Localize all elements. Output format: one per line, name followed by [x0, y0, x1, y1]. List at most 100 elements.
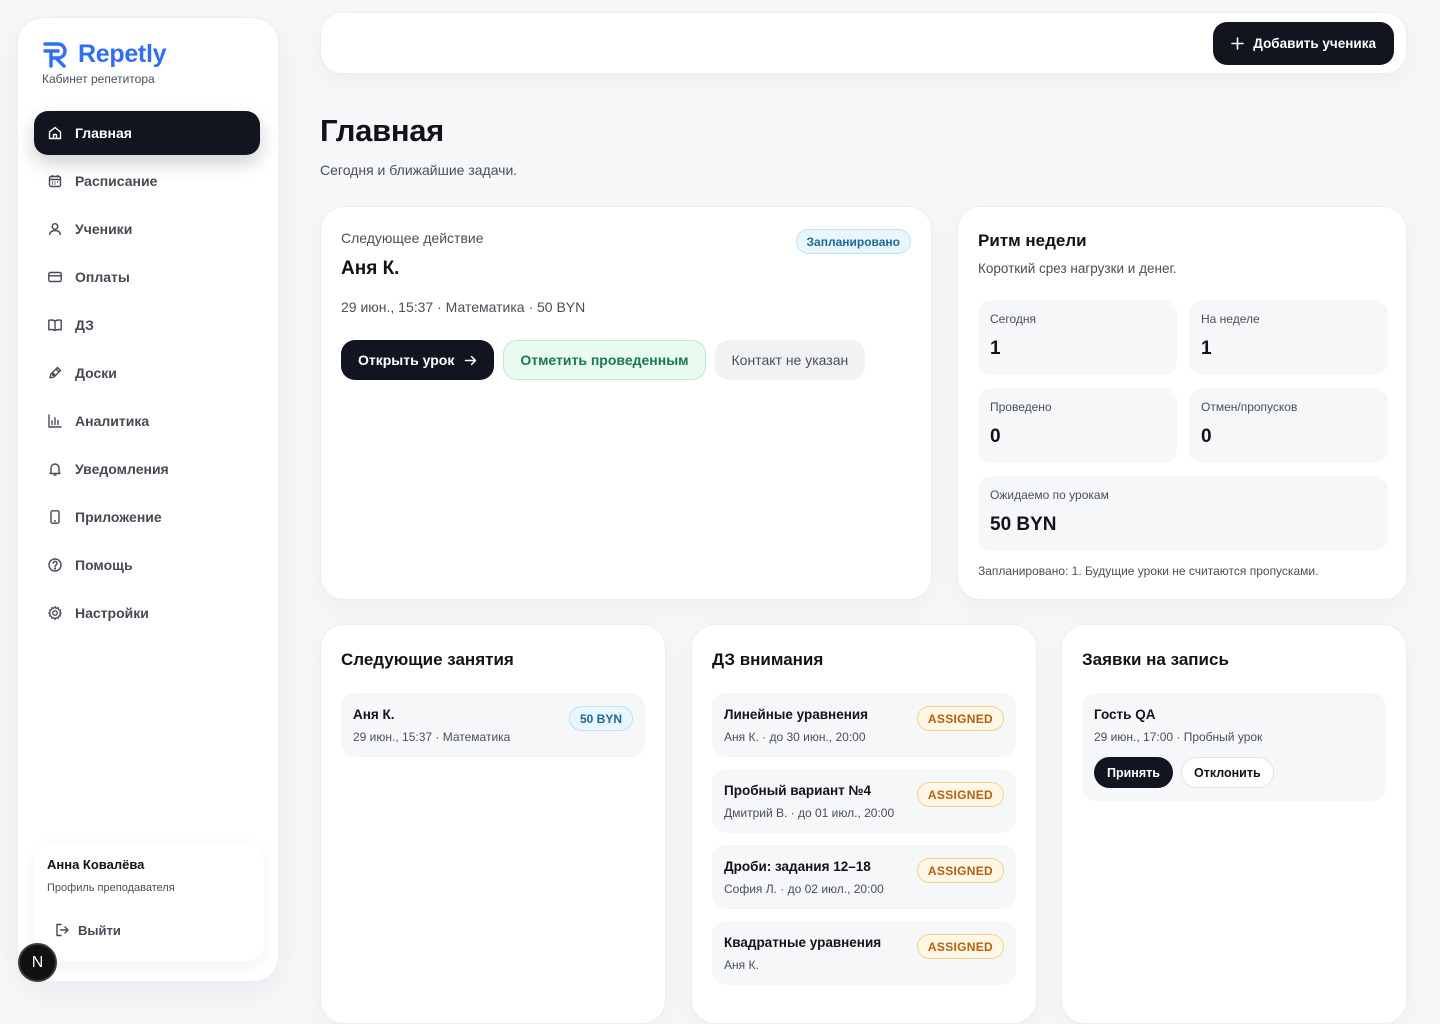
stat-label: Сегодня [990, 312, 1036, 326]
homework-title-text: Квадратные уравнения [724, 935, 882, 950]
stat-value: 50 BYN [990, 514, 1057, 535]
homework-title-text: Линейные уравнения [724, 707, 869, 722]
sidebar-item-homework[interactable]: ДЗ [34, 303, 260, 347]
rhythm-subtitle: Короткий срез нагрузки и денег. [978, 261, 1177, 276]
phone-icon [50, 510, 60, 524]
decline-button[interactable]: Отклонить [1180, 757, 1274, 788]
sidebar-item-home[interactable]: Главная [34, 111, 260, 155]
user-icon [48, 223, 62, 236]
chart-icon [48, 414, 62, 428]
profile-card: Анна Ковалёва Профиль преподавателя Выйт… [34, 844, 264, 962]
list-item[interactable]: Квадратные уравнения Аня К. ASSIGNED [712, 921, 1016, 985]
next-student-name: Аня К. [341, 258, 400, 279]
assigned-badge: ASSIGNED [916, 934, 1004, 959]
sidebar-item-notifications[interactable]: Уведомления [34, 447, 260, 491]
mark-done-button[interactable]: Отметить проведенным [503, 340, 706, 380]
homework-meta: София Л. · до 02 июл., 20:00 [724, 882, 884, 896]
stat-label: Отмен/пропусков [1201, 400, 1298, 414]
sidebar-item-label: ДЗ [75, 317, 94, 333]
assigned-badge: ASSIGNED [916, 706, 1004, 731]
logout-button[interactable]: Выйти [54, 922, 121, 938]
calendar-icon [48, 175, 62, 188]
rhythm-note: Запланировано: 1. Будущие уроки не счита… [978, 564, 1319, 578]
bell-icon [49, 463, 61, 476]
sidebar-item-label: Приложение [75, 509, 162, 525]
open-lesson-button[interactable]: Открыть урок [341, 340, 495, 380]
sidebar-item-boards[interactable]: Доски [34, 351, 260, 395]
request-actions: Принять Отклонить [1094, 757, 1274, 788]
requests-title: Заявки на запись [1082, 650, 1229, 669]
homework-meta: Аня К. [724, 958, 759, 972]
booking-requests-card: Заявки на запись Гость QA 29 июн., 17:00… [1061, 624, 1407, 1024]
arrow-right-icon [465, 355, 477, 365]
status-badge: Запланировано [795, 229, 911, 254]
profile-role: Профиль преподавателя [47, 882, 175, 894]
logout-icon [56, 923, 69, 937]
sidebar-item-app[interactable]: Приложение [34, 495, 260, 539]
sidebar-item-analytics[interactable]: Аналитика [34, 399, 260, 443]
price-badge: 50 BYN [568, 706, 633, 731]
repetly-logo-icon [43, 41, 67, 68]
gear-icon [48, 606, 62, 620]
sidebar-item-label: Оплаты [75, 269, 130, 285]
stat-expected: Ожидаемо по урокам 50 BYN [978, 476, 1388, 551]
stat-done: Проведено 0 [978, 388, 1177, 463]
top-bar: Добавить ученика [320, 12, 1407, 74]
homework-title-text: Пробный вариант №4 [724, 783, 872, 798]
stat-label: На неделе [1201, 312, 1260, 326]
contact-label: Контакт не указан [731, 352, 849, 368]
request-name: Гость QA [1094, 707, 1156, 722]
stat-value: 0 [990, 426, 1001, 447]
list-item[interactable]: Линейные уравнения Аня К. · до 30 июн., … [712, 693, 1016, 757]
sidebar-item-label: Настройки [75, 605, 149, 621]
list-item[interactable]: Аня К. 29 июн., 15:37 · Математика 50 BY… [341, 693, 645, 757]
request-meta: 29 июн., 17:00 · Пробный урок [1094, 730, 1263, 744]
pen-icon [49, 366, 62, 379]
sidebar-item-payments[interactable]: Оплаты [34, 255, 260, 299]
lesson-student: Аня К. [353, 707, 395, 722]
add-student-button[interactable]: Добавить ученика [1213, 22, 1394, 65]
dev-tools-button[interactable]: N [18, 943, 57, 982]
assigned-badge: ASSIGNED [916, 858, 1004, 883]
next-lesson-meta: 29 июн., 15:37 · Математика · 50 BYN [341, 299, 586, 315]
lesson-meta: 29 июн., 15:37 · Математика [353, 730, 511, 744]
brand-name: Repetly [78, 40, 167, 68]
upcoming-lessons-card: Следующие занятия Аня К. 29 июн., 15:37 … [320, 624, 666, 1024]
contact-button[interactable]: Контакт не указан [714, 340, 866, 380]
homework-attention-card: ДЗ внимания Линейные уравнения Аня К. · … [691, 624, 1037, 1024]
list-item[interactable]: Пробный вариант №4 Дмитрий В. · до 01 ию… [712, 769, 1016, 833]
list-item: Гость QA 29 июн., 17:00 · Пробный урок П… [1082, 693, 1386, 801]
stat-label: Проведено [990, 400, 1052, 414]
sidebar-item-label: Доски [75, 365, 117, 381]
brand-logo[interactable]: Repetly [42, 40, 167, 69]
open-lesson-label: Открыть урок [358, 352, 455, 368]
stat-value: 1 [1201, 338, 1212, 359]
home-icon [48, 126, 62, 140]
week-rhythm-card: Ритм недели Короткий срез нагрузки и ден… [957, 206, 1407, 600]
accept-button[interactable]: Принять [1094, 757, 1173, 788]
sidebar-item-students[interactable]: Ученики [34, 207, 260, 251]
sidebar-item-label: Главная [75, 125, 132, 141]
add-student-label: Добавить ученика [1253, 36, 1376, 51]
homework-meta: Аня К. · до 30 июн., 20:00 [724, 730, 866, 744]
next-action-label: Следующее действие [341, 230, 484, 246]
sidebar-item-settings[interactable]: Настройки [34, 591, 260, 635]
profile-name: Анна Ковалёва [47, 857, 145, 872]
lessons-title: Следующие занятия [341, 650, 514, 669]
plus-icon [1231, 37, 1245, 50]
list-item[interactable]: Дроби: задания 12–18 София Л. · до 02 ию… [712, 845, 1016, 909]
stat-week: На неделе 1 [1189, 300, 1388, 375]
page-title: Главная [320, 113, 444, 148]
card-icon [48, 271, 62, 283]
stat-label: Ожидаемо по урокам [990, 488, 1109, 502]
homework-title: ДЗ внимания [712, 650, 824, 669]
sidebar-nav: Главная Расписание Ученики Оплаты ДЗ Дос… [34, 111, 260, 639]
stat-cancellations: Отмен/пропусков 0 [1189, 388, 1388, 463]
sidebar: Repetly Кабинет репетитора Главная Распи… [17, 17, 279, 982]
sidebar-item-schedule[interactable]: Расписание [34, 159, 260, 203]
sidebar-item-help[interactable]: Помощь [34, 543, 260, 587]
rhythm-title: Ритм недели [978, 231, 1087, 250]
sidebar-item-label: Ученики [75, 221, 133, 237]
stat-today: Сегодня 1 [978, 300, 1177, 375]
sidebar-item-label: Уведомления [75, 461, 169, 477]
